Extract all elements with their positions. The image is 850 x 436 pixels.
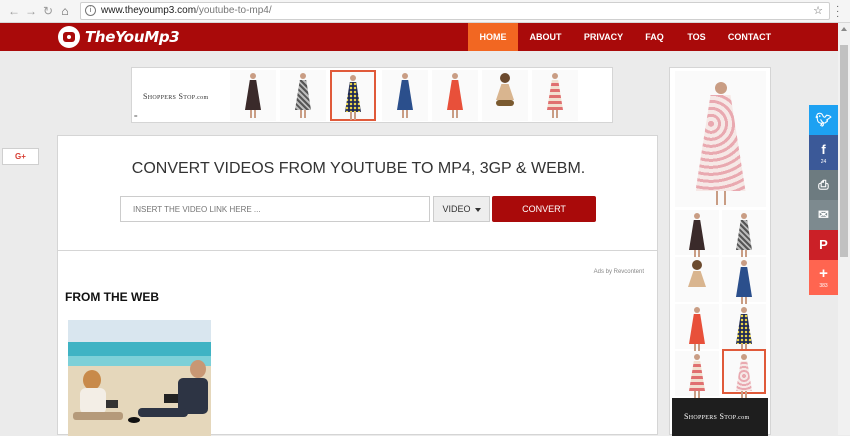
sidebar-featured-product[interactable] (675, 71, 766, 207)
home-icon[interactable]: ⌂ (58, 4, 72, 18)
url-domain: www.theyoump3.com (101, 5, 197, 16)
site-navbar: TheYouMp3 HOME ABOUT PRIVACY FAQ TOS CON… (0, 23, 838, 51)
ad-product-thumb[interactable] (432, 70, 478, 121)
ad-brand-suffix: .com (195, 95, 209, 101)
ad-brand-name: Shoppers Stop (143, 92, 196, 101)
sidebar-ad-footer[interactable]: Shoppers Stop.com (672, 398, 768, 436)
ad-product-thumb[interactable] (280, 70, 326, 121)
share-pinterest-button[interactable]: P (809, 230, 838, 260)
nav-about[interactable]: ABOUT (522, 23, 569, 51)
ad-mini-icon: = (134, 114, 138, 120)
facebook-icon: f (821, 142, 826, 157)
share-more-button[interactable]: + 383 (809, 260, 838, 295)
bookmark-star-icon[interactable]: ☆ (813, 3, 823, 19)
logo-text: TheYouMp3 (85, 28, 180, 46)
ad-product-thumb[interactable] (382, 70, 428, 121)
from-the-web-heading: FROM THE WEB (65, 290, 159, 304)
nav-contact[interactable]: CONTACT (722, 23, 777, 51)
sidebar-product-thumb[interactable] (722, 349, 766, 399)
forward-icon[interactable]: → (24, 4, 38, 18)
converter-panel: CONVERT VIDEOS FROM YOUTUBE TO MP4, 3GP … (57, 135, 658, 436)
page-scrollbar[interactable] (838, 23, 850, 435)
ads-by-label[interactable]: Ads by Revcontent (594, 269, 644, 275)
site-logo[interactable]: TheYouMp3 (58, 26, 180, 48)
share-email-button[interactable]: ✉ (809, 200, 838, 230)
nav-privacy[interactable]: PRIVACY (578, 23, 629, 51)
sidebar-product-thumb[interactable] (722, 257, 766, 305)
more-icon: + (819, 265, 828, 282)
sidebar-product-thumb[interactable] (675, 210, 719, 258)
page-headline: CONVERT VIDEOS FROM YOUTUBE TO MP4, 3GP … (131, 160, 586, 177)
banner-ad[interactable]: Shoppers Stop.com = (131, 67, 613, 123)
pinterest-icon: P (819, 237, 828, 252)
headphones-logo-icon (58, 26, 80, 48)
facebook-share-count: 24 (820, 159, 827, 165)
url-path: /youtube-to-mp4/ (196, 5, 272, 16)
sidebar-product-thumb[interactable] (722, 210, 766, 258)
share-facebook-button[interactable]: f 24 (809, 135, 838, 170)
caret-down-icon (474, 207, 481, 212)
format-dropdown[interactable]: VIDEO (433, 196, 490, 222)
sidebar-ad-brand: Shoppers Stop.com (684, 412, 749, 421)
address-bar[interactable]: i www.theyoump3.com/youtube-to-mp4/ ☆ (80, 2, 830, 20)
sidebar-product-thumb[interactable] (675, 257, 719, 302)
browser-menu-icon[interactable]: · · · (836, 2, 839, 22)
more-share-count: 383 (819, 283, 828, 289)
sidebar-product-thumb[interactable] (675, 304, 719, 352)
address-url: www.theyoump3.com/youtube-to-mp4/ (101, 3, 272, 19)
sidebar-brand-suffix: .com (736, 415, 750, 421)
convert-button[interactable]: CONVERT (492, 196, 596, 222)
email-icon: ✉ (818, 207, 829, 222)
nav-tos[interactable]: TOS (680, 23, 713, 51)
reload-icon[interactable]: ↻ (41, 4, 55, 18)
nav-faq[interactable]: FAQ (638, 23, 671, 51)
sidebar-product-thumb[interactable] (675, 351, 719, 399)
sidebar-brand-name: Shoppers Stop (684, 412, 737, 421)
video-link-input[interactable] (120, 196, 430, 222)
browser-toolbar: ← → ↻ ⌂ i www.theyoump3.com/youtube-to-m… (0, 0, 850, 23)
scroll-up-icon[interactable] (841, 27, 847, 31)
format-selected: VIDEO (442, 204, 471, 214)
back-icon[interactable]: ← (7, 4, 21, 18)
share-print-button[interactable]: ⎙ (809, 170, 838, 200)
sidebar-ad[interactable]: Shoppers Stop.com (669, 67, 771, 436)
sponsored-image[interactable] (68, 320, 211, 436)
share-twitter-button[interactable]: 🐦︎ (809, 105, 838, 135)
google-plus-button[interactable]: G+ (2, 148, 39, 165)
section-divider (58, 250, 657, 251)
ad-brand: Shoppers Stop.com (143, 92, 208, 101)
print-icon: ⎙ (818, 177, 829, 192)
ad-product-thumb[interactable] (482, 70, 528, 121)
site-info-icon[interactable]: i (85, 5, 96, 16)
nav-home[interactable]: HOME (468, 23, 518, 51)
sidebar-product-thumb[interactable] (722, 304, 766, 352)
ad-product-thumb[interactable] (330, 70, 376, 121)
ad-product-thumb[interactable] (532, 70, 578, 121)
ad-product-thumb[interactable] (230, 70, 276, 121)
scrollbar-thumb[interactable] (840, 45, 848, 257)
twitter-icon: 🐦︎ (815, 112, 832, 127)
